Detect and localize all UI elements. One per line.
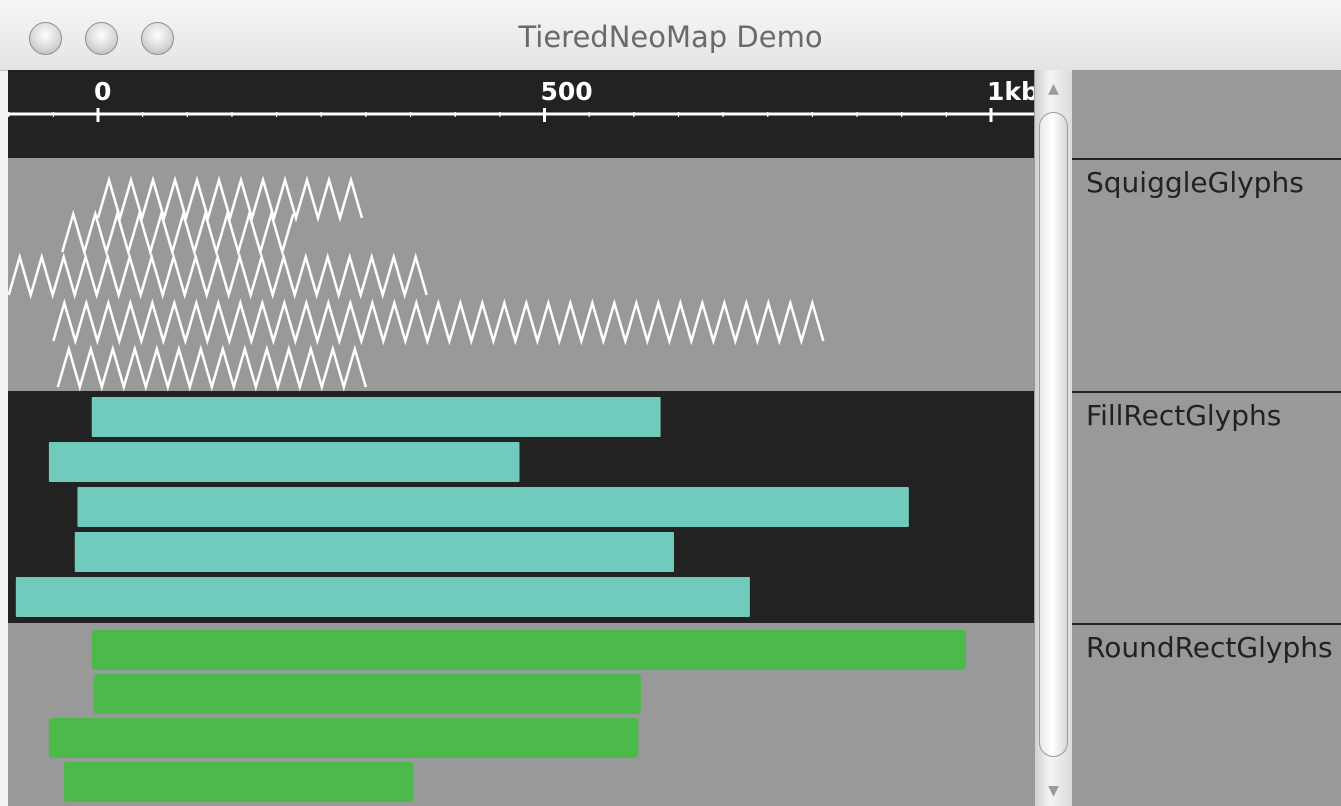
- title-bar[interactable]: TieredNeoMap Demo: [0, 0, 1341, 71]
- axis-tick-label: 1kb: [987, 77, 1034, 106]
- fill-rect-glyph: [91, 397, 661, 437]
- tier-label-panel: SquiggleGlyphs FillRectGlyphs RoundRectG…: [1072, 70, 1341, 806]
- tier-label-fillrect[interactable]: FillRectGlyphs: [1072, 391, 1341, 623]
- tier-label-text: FillRectGlyphs: [1086, 399, 1282, 432]
- tier-label-roundrect[interactable]: RoundRectGlyphs: [1072, 623, 1341, 806]
- app-window: TieredNeoMap Demo 0 500 1kb ▲ ▼ SquiggleGl…: [0, 0, 1341, 806]
- fill-rect-glyph: [77, 487, 909, 527]
- tier-label-text: RoundRectGlyphs: [1086, 631, 1333, 664]
- tier-label-squiggle[interactable]: SquiggleGlyphs: [1072, 158, 1341, 391]
- round-rect-glyph: [64, 762, 414, 802]
- neo-map-canvas[interactable]: 0 500 1kb: [8, 70, 1034, 806]
- fill-rect-glyph: [74, 532, 674, 572]
- fill-rect-glyph: [15, 577, 750, 617]
- map-drawing: 0 500 1kb: [8, 70, 1034, 806]
- fill-rect-glyph: [48, 442, 520, 482]
- tier-background: [8, 158, 1034, 391]
- scroll-down-arrow-icon[interactable]: ▼: [1035, 780, 1072, 802]
- window-title: TieredNeoMap Demo: [518, 20, 823, 54]
- tier-label-text: SquiggleGlyphs: [1086, 166, 1304, 199]
- axis-tick-label: 500: [541, 77, 593, 106]
- vertical-scrollbar[interactable]: ▲ ▼: [1034, 70, 1072, 806]
- round-rect-glyph: [48, 718, 639, 758]
- round-rect-glyph: [91, 630, 966, 670]
- round-rect-glyph: [93, 674, 641, 714]
- axis-tick-label: 0: [94, 77, 111, 106]
- scroll-thumb[interactable]: [1039, 112, 1068, 757]
- scroll-up-arrow-icon[interactable]: ▲: [1035, 78, 1072, 100]
